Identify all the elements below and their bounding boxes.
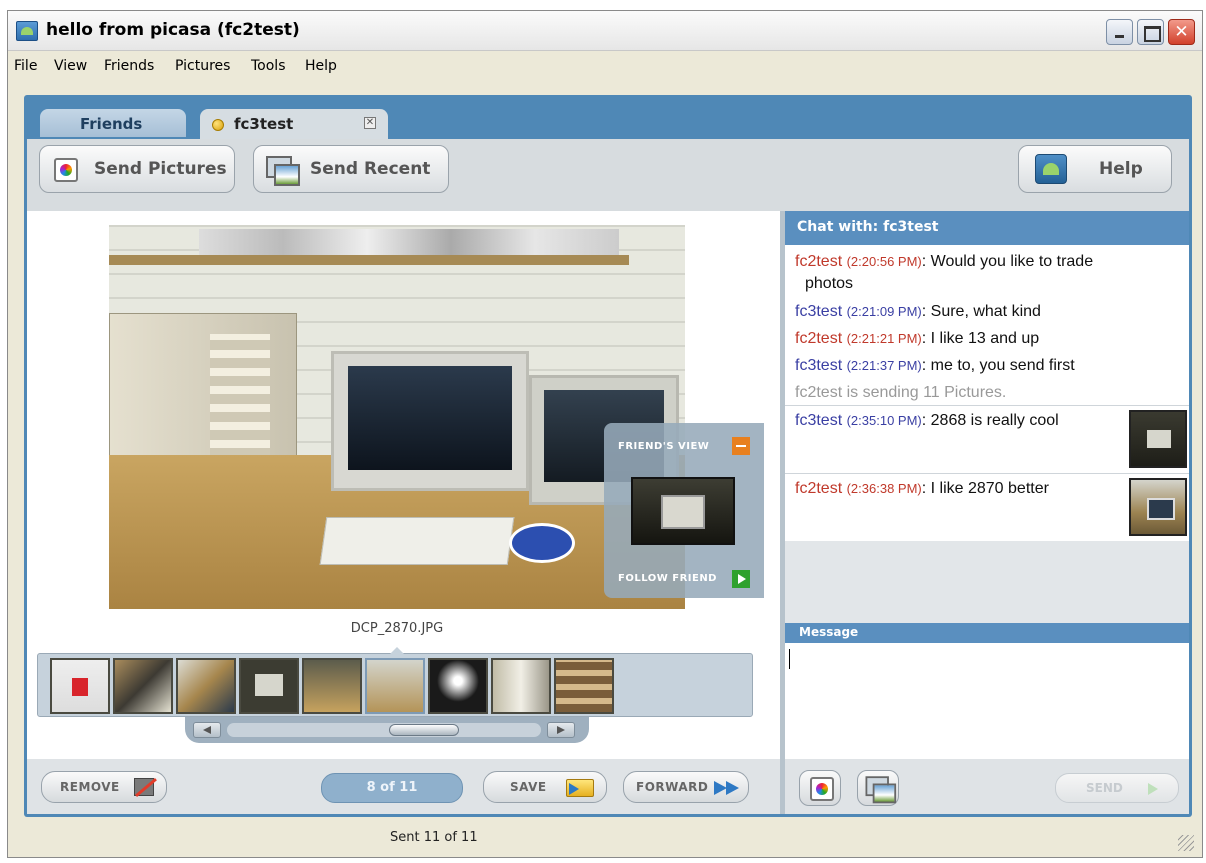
friends-view-label: FRIEND'S VIEW — [618, 441, 710, 452]
help-button[interactable]: Help — [1018, 145, 1172, 193]
picasa-app-icon — [16, 21, 38, 41]
filmstrip-thumbnail[interactable] — [50, 658, 110, 714]
menu-tools[interactable]: Tools — [251, 58, 286, 74]
filmstrip-thumbnail[interactable] — [113, 658, 173, 714]
send-recent-button[interactable]: Send Recent — [253, 145, 449, 193]
message-header: Message — [785, 623, 1189, 643]
save-label: SAVE — [510, 780, 547, 794]
selected-notch — [390, 647, 404, 654]
send-pictures-icon — [810, 777, 834, 801]
forward-button[interactable]: FORWARD — [623, 771, 749, 803]
send-pictures-icon — [54, 158, 78, 182]
chat-message-with-photo: fc2test (2:36:38 PM): I like 2870 better — [785, 473, 1189, 541]
tab-content: Send Pictures Send Recent Help FRIEND'S … — [27, 139, 1189, 814]
chat-message: fc2test (2:20:56 PM): Would you like to … — [795, 253, 1094, 270]
send-arrow-icon — [1148, 783, 1158, 795]
close-button[interactable]: ✕ — [1168, 19, 1195, 45]
minimize-button[interactable] — [1106, 19, 1133, 45]
remove-label: REMOVE — [60, 780, 120, 794]
photo-actions-bar: REMOVE 8 of 11 SAVE FORWARD — [27, 759, 780, 814]
filmstrip-thumbnail-selected[interactable] — [365, 658, 425, 714]
menu-file[interactable]: File — [14, 58, 37, 74]
send-button[interactable]: SEND — [1055, 773, 1179, 803]
save-button[interactable]: SAVE — [483, 771, 607, 803]
chat-message: fc3test (2:21:09 PM): Sure, what kind — [795, 303, 1041, 320]
menu-bar: File View Friends Pictures Tools Help — [8, 53, 1202, 79]
follow-friend-label: FOLLOW FRIEND — [618, 573, 717, 584]
scroll-thumb[interactable] — [389, 724, 459, 736]
tab-fc3test-label: fc3test — [234, 115, 294, 133]
send-recent-icon — [266, 156, 300, 186]
chat-send-pictures-button[interactable] — [799, 770, 841, 806]
help-icon — [1035, 154, 1067, 184]
title-bar[interactable]: hello from picasa (fc2test) ✕ — [8, 11, 1202, 51]
chat-actions-bar: SEND — [785, 759, 1189, 814]
send-recent-label: Send Recent — [310, 159, 431, 179]
filmstrip-scrollbar[interactable] — [185, 717, 589, 743]
tab-friends-label: Friends — [80, 115, 143, 133]
filmstrip-thumbnail[interactable] — [302, 658, 362, 714]
friends-view-panel: FRIEND'S VIEW FOLLOW FRIEND — [604, 423, 764, 598]
collapse-icon[interactable] — [732, 437, 750, 455]
message-header-label: Message — [799, 625, 859, 639]
help-label: Help — [1099, 159, 1143, 179]
send-recent-icon — [865, 776, 897, 804]
send-label: SEND — [1086, 781, 1123, 795]
chat-message-with-photo: fc3test (2:35:10 PM): 2868 is really coo… — [785, 405, 1189, 473]
menu-view[interactable]: View — [54, 58, 87, 74]
remove-button[interactable]: REMOVE — [41, 771, 167, 803]
filmstrip-thumbnail[interactable] — [554, 658, 614, 714]
friends-view-thumbnail[interactable] — [631, 477, 735, 545]
filmstrip-thumbnail[interactable] — [239, 658, 299, 714]
save-icon — [566, 779, 594, 797]
photo-filename: DCP_2870.JPG — [350, 621, 444, 636]
resize-grip-icon[interactable] — [1178, 835, 1194, 851]
online-status-icon — [212, 119, 224, 131]
chat-message: fc3test (2:21:37 PM): me to, you send fi… — [795, 357, 1075, 374]
photo-counter: 8 of 11 — [321, 773, 463, 803]
close-icon: ✕ — [1174, 22, 1189, 42]
menu-friends[interactable]: Friends — [104, 58, 154, 74]
follow-friend-play-icon[interactable] — [732, 570, 750, 588]
chat-system-message: fc2test is sending 11 Pictures. — [795, 384, 1007, 401]
tab-close-icon[interactable]: ✕ — [364, 117, 376, 129]
send-pictures-button[interactable]: Send Pictures — [39, 145, 235, 193]
app-frame: Friends fc3test ✕ Send Pictures Send Rec… — [24, 95, 1192, 817]
send-pictures-label: Send Pictures — [94, 159, 227, 179]
window-title: hello from picasa (fc2test) — [46, 20, 300, 40]
chat-message: fc2test (2:21:21 PM): I like 13 and up — [795, 330, 1040, 347]
scroll-track[interactable] — [227, 723, 541, 737]
filmstrip-thumbnail[interactable] — [428, 658, 488, 714]
status-bar: Sent 11 of 11 — [8, 821, 1202, 857]
tab-fc3test[interactable]: fc3test ✕ — [200, 109, 388, 139]
current-photo[interactable] — [109, 225, 685, 609]
chat-photo-thumbnail[interactable] — [1129, 478, 1187, 536]
photo-viewer: FRIEND'S VIEW FOLLOW FRIEND DCP_2870.JPG — [27, 211, 780, 814]
forward-label: FORWARD — [636, 780, 709, 794]
picasa-window: hello from picasa (fc2test) ✕ File View … — [7, 10, 1203, 858]
maximize-button[interactable] — [1137, 19, 1164, 45]
chat-header-label: Chat with: fc3test — [797, 219, 939, 235]
menu-help[interactable]: Help — [305, 58, 337, 74]
chat-header: Chat with: fc3test — [785, 211, 1189, 245]
remove-icon — [134, 778, 154, 796]
filmstrip-thumbnail[interactable] — [491, 658, 551, 714]
filmstrip-thumbnail[interactable] — [176, 658, 236, 714]
chat-log: fc2test (2:20:56 PM): Would you like to … — [785, 245, 1189, 541]
forward-icon — [714, 781, 742, 795]
chat-message-continued: photos — [805, 275, 854, 292]
chat-send-recent-button[interactable] — [857, 770, 899, 806]
menu-pictures[interactable]: Pictures — [175, 58, 230, 74]
chat-photo-thumbnail[interactable] — [1129, 410, 1187, 468]
status-text: Sent 11 of 11 — [390, 830, 478, 845]
scroll-left-icon[interactable] — [193, 722, 221, 738]
tab-friends[interactable]: Friends — [40, 109, 186, 137]
scroll-right-icon[interactable] — [547, 722, 575, 738]
message-input[interactable] — [785, 643, 1189, 759]
filmstrip — [37, 647, 753, 717]
chat-panel: Chat with: fc3test fc2test (2:20:56 PM):… — [785, 211, 1189, 814]
